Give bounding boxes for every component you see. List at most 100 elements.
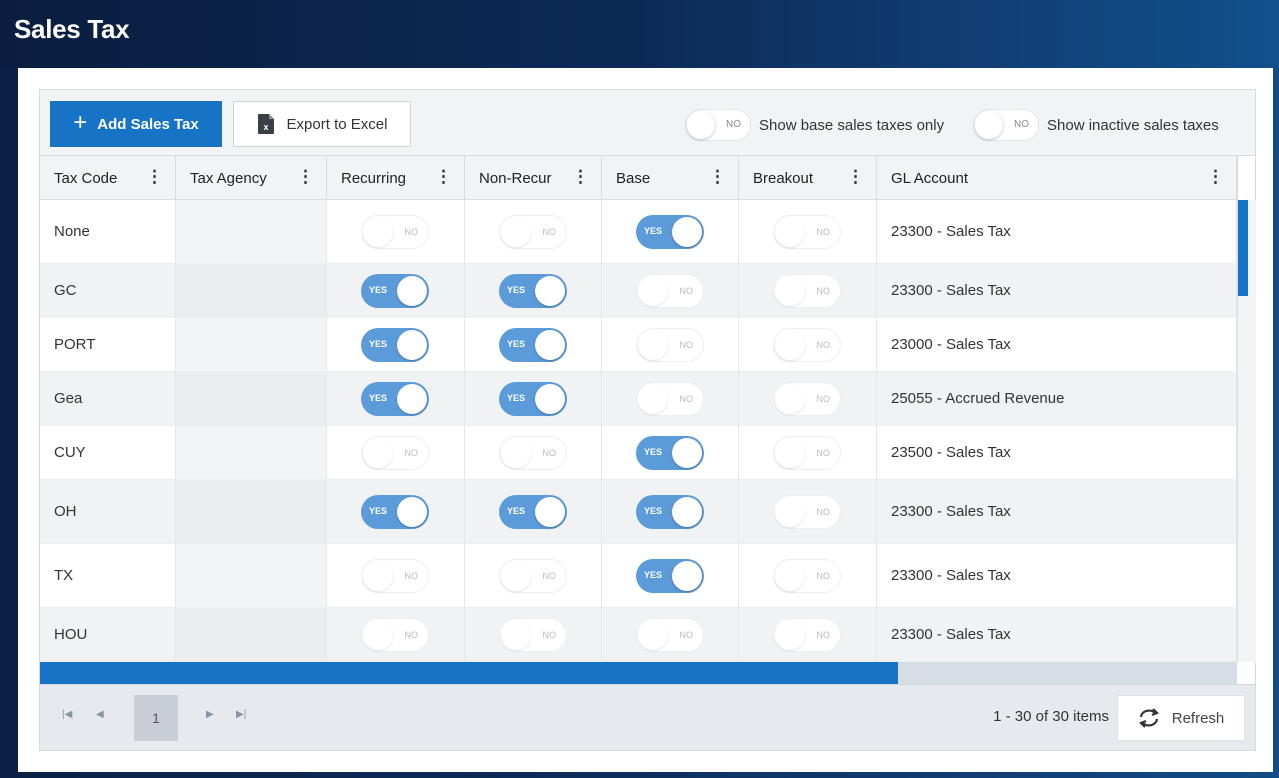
base-toggle[interactable]: NO	[636, 381, 704, 416]
next-page-icon[interactable]: ▶	[206, 709, 214, 720]
table-row[interactable]: OH YES YES YES NO 23300 - Sales Tax	[40, 480, 1237, 544]
non-recur-toggle[interactable]: NO	[499, 617, 567, 652]
toggle-knob	[638, 329, 668, 360]
cell-tax-code: None	[40, 200, 176, 263]
table-row[interactable]: None NO NO YES NO 23300 - Sales Tax	[40, 200, 1237, 264]
prev-page-icon[interactable]: ◀	[96, 709, 104, 720]
column-header-non-recur[interactable]: Non-Recur ⋮	[465, 156, 602, 200]
column-header-base[interactable]: Base ⋮	[602, 156, 739, 200]
cell-text: 25055 - Accrued Revenue	[891, 390, 1065, 407]
column-menu-icon[interactable]: ⋮	[709, 167, 726, 187]
title-bar: Sales Tax	[0, 0, 1279, 68]
non-recur-toggle[interactable]: YES	[499, 381, 567, 416]
cell-breakout: NO	[739, 544, 877, 607]
toggle-state-text: NO	[679, 339, 694, 350]
cell-breakout: NO	[739, 372, 877, 425]
inactive-toggle[interactable]: NO	[973, 109, 1039, 141]
table-row[interactable]: HOU NO NO NO NO 23300 - Sales Tax	[40, 608, 1237, 662]
column-menu-icon[interactable]: ⋮	[435, 167, 452, 187]
cell-tax-agency	[176, 200, 327, 263]
cell-tax-agency	[176, 544, 327, 607]
table-row[interactable]: CUY NO NO YES NO 23500 - Sales Tax	[40, 426, 1237, 480]
recurring-toggle[interactable]: NO	[361, 214, 429, 249]
cell-base: NO	[602, 318, 739, 371]
breakout-toggle[interactable]: NO	[773, 494, 841, 529]
column-menu-icon[interactable]: ⋮	[146, 167, 163, 187]
column-menu-icon[interactable]: ⋮	[1207, 167, 1224, 187]
column-header-breakout[interactable]: Breakout ⋮	[739, 156, 877, 200]
toggle-knob	[638, 275, 668, 306]
cell-recurring: NO	[327, 200, 465, 263]
content-area: + Add Sales Tax x Export to Excel NO Sho…	[18, 68, 1273, 772]
cell-gl-account: 23500 - Sales Tax	[877, 426, 1237, 479]
cell-non-recur: NO	[465, 200, 602, 263]
toggle-knob	[775, 619, 805, 650]
column-header-tax-agency[interactable]: Tax Agency ⋮	[176, 156, 327, 200]
base-toggle[interactable]: YES	[636, 214, 704, 249]
toggle-state-text: NO	[542, 570, 557, 581]
column-header-tax-code[interactable]: Tax Code ⋮	[40, 156, 176, 200]
breakout-toggle[interactable]: NO	[773, 617, 841, 652]
non-recur-toggle[interactable]: YES	[499, 327, 567, 362]
cell-non-recur: YES	[465, 372, 602, 425]
breakout-toggle[interactable]: NO	[773, 214, 841, 249]
page-number-current[interactable]: 1	[134, 695, 178, 741]
breakout-toggle[interactable]: NO	[773, 435, 841, 470]
horizontal-scrollbar[interactable]	[40, 662, 1237, 684]
toggle-knob	[775, 437, 805, 468]
cell-breakout: NO	[739, 200, 877, 263]
non-recur-toggle[interactable]: NO	[499, 214, 567, 249]
non-recur-toggle[interactable]: NO	[499, 558, 567, 593]
breakout-toggle[interactable]: NO	[773, 327, 841, 362]
base-only-toggle[interactable]: NO	[685, 109, 751, 141]
base-toggle[interactable]: YES	[636, 558, 704, 593]
table-row[interactable]: PORT YES YES NO NO 23000 - Sales Tax	[40, 318, 1237, 372]
cell-non-recur: NO	[465, 608, 602, 661]
column-header-label: Non-Recur	[479, 169, 552, 187]
recurring-toggle[interactable]: NO	[361, 617, 429, 652]
last-page-icon[interactable]: ▶|	[236, 709, 246, 720]
breakout-toggle[interactable]: NO	[773, 558, 841, 593]
grid-toolbar: + Add Sales Tax x Export to Excel NO Sho…	[40, 90, 1255, 156]
column-menu-icon[interactable]: ⋮	[572, 167, 589, 187]
cell-recurring: YES	[327, 318, 465, 371]
recurring-toggle[interactable]: NO	[361, 435, 429, 470]
column-menu-icon[interactable]: ⋮	[297, 167, 314, 187]
table-row[interactable]: TX NO NO YES NO 23300 - Sales Tax	[40, 544, 1237, 608]
refresh-button[interactable]: Refresh	[1117, 695, 1245, 741]
column-header-recurring[interactable]: Recurring ⋮	[327, 156, 465, 200]
filter-inactive: NO Show inactive sales taxes	[973, 109, 1219, 141]
column-header-gl-account[interactable]: GL Account ⋮	[877, 156, 1237, 200]
column-menu-icon[interactable]: ⋮	[847, 167, 864, 187]
vertical-scrollbar[interactable]	[1237, 156, 1256, 662]
toggle-knob	[501, 437, 531, 468]
export-to-excel-button[interactable]: x Export to Excel	[233, 101, 411, 147]
toggle-knob	[638, 619, 668, 650]
recurring-toggle[interactable]: YES	[361, 381, 429, 416]
base-toggle[interactable]: NO	[636, 617, 704, 652]
breakout-toggle[interactable]: NO	[773, 273, 841, 308]
cell-base: NO	[602, 608, 739, 661]
non-recur-toggle[interactable]: YES	[499, 273, 567, 308]
breakout-toggle[interactable]: NO	[773, 381, 841, 416]
table-row[interactable]: GC YES YES NO NO 23300 - Sales Tax	[40, 264, 1237, 318]
recurring-toggle[interactable]: NO	[361, 558, 429, 593]
recurring-toggle[interactable]: YES	[361, 327, 429, 362]
base-toggle[interactable]: YES	[636, 494, 704, 529]
cell-gl-account: 23300 - Sales Tax	[877, 264, 1237, 317]
non-recur-toggle[interactable]: YES	[499, 494, 567, 529]
recurring-toggle[interactable]: YES	[361, 494, 429, 529]
scroll-thumb[interactable]	[1238, 200, 1248, 296]
cell-non-recur: NO	[465, 426, 602, 479]
add-sales-tax-button[interactable]: + Add Sales Tax	[50, 101, 222, 147]
toggle-state-text: NO	[404, 447, 419, 458]
scroll-thumb[interactable]	[40, 662, 898, 684]
recurring-toggle[interactable]: YES	[361, 273, 429, 308]
base-toggle[interactable]: YES	[636, 435, 704, 470]
toggle-knob	[501, 560, 531, 591]
table-row[interactable]: Gea YES YES NO NO 25055 - Accrued Revenue	[40, 372, 1237, 426]
first-page-icon[interactable]: |◀	[62, 709, 72, 720]
base-toggle[interactable]: NO	[636, 327, 704, 362]
base-toggle[interactable]: NO	[636, 273, 704, 308]
non-recur-toggle[interactable]: NO	[499, 435, 567, 470]
